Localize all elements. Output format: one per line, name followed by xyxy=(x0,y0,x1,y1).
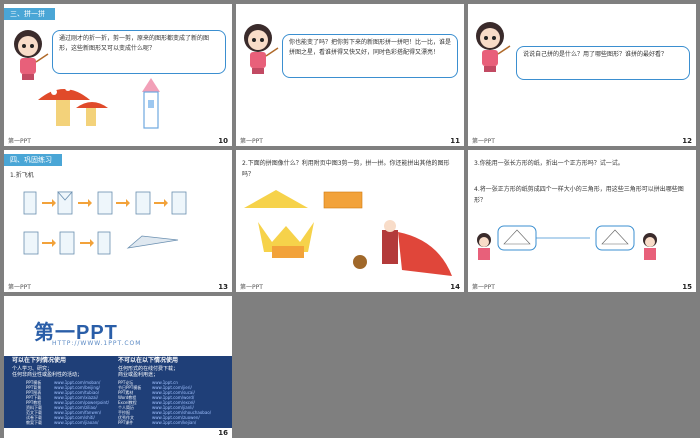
exercise-item: 1.折飞机 xyxy=(10,172,34,179)
left-names-list: PPT模板 PPT背景 PPT图表 PPT下载 PPT教程 资料下载 范文下载 试卷下载教… xyxy=(26,380,42,425)
right-links-list[interactable]: www.1ppt.cn www.1ppt.com/jieri/www.1ppt.c… xyxy=(152,380,211,425)
slide-number: 14 xyxy=(450,283,460,291)
slide-10[interactable]: 三、拼一拼 通过刚才的折一折，剪一剪，原来的图形都变成了新的图形，这些新图形又可… xyxy=(4,4,232,146)
can-use-line: 任何非商业性或盈利性的活动； xyxy=(12,372,83,378)
teacher-girl-illustration xyxy=(244,24,279,74)
section-header: 三、拼一拼 xyxy=(4,8,55,20)
slide-13[interactable]: 四、巩固练习 1.折飞机 第一PPT 13 xyxy=(4,150,232,292)
slide-number: 11 xyxy=(450,137,460,145)
slide-12[interactable]: 说说自己拼的是什么？用了哪些图形？谁拼的最好看？ 第一PPT 12 xyxy=(468,4,696,146)
tangram-shapes-illustration xyxy=(244,190,452,276)
slide-16[interactable]: 第一PPT HTTP://WWW.1PPT.COM 可以在下列情况使用 个人学习… xyxy=(4,296,232,438)
footer-logo: 第一PPT xyxy=(240,138,263,145)
section-header: 四、巩固练习 xyxy=(4,154,62,166)
slide-number: 16 xyxy=(218,429,228,437)
can-use-column: 可以在下列情况使用 个人学习、研究； 任何非商业性或盈利性的活动； xyxy=(12,357,83,379)
square-cut-illustration xyxy=(477,225,657,260)
slide-15[interactable]: 3.你能用一张长方形的纸，折出一个正方形吗？试一试。 4.将一张正方形的纸剪成四… xyxy=(468,150,696,292)
slide-number: 12 xyxy=(682,137,692,145)
mushroom-house-illustration xyxy=(38,85,108,126)
footer-logo: 第一PPT xyxy=(472,284,495,291)
speech-bubble: 通过刚才的折一折，剪一剪，原来的图形都变成了新的图形，这些新图形又可以变成什么呢… xyxy=(52,30,226,74)
slide-11[interactable]: 你也能变了吗？把你剪下来的新图形拼一拼吧！比一比，谁是拼图之星，看谁拼得又快又好… xyxy=(236,4,464,146)
footer-logo: 第一PPT xyxy=(8,138,31,145)
slide-number: 10 xyxy=(218,137,228,145)
fold-airplane-steps-illustration xyxy=(23,191,187,255)
slide-number: 15 xyxy=(682,283,692,291)
right-names-list: PPT论坛 节日PPT模板 PPT素材 Word教程 Excel教程 个人简历 手抄报优… xyxy=(118,380,142,425)
exercise-text-4: 4.将一张正方形的纸剪成四个一样大小的三角形，用这些三角形可以拼出哪些图形？ xyxy=(474,186,684,204)
footer-logo: 第一PPT xyxy=(8,284,31,291)
footer-logo: 第一PPT xyxy=(240,284,263,291)
footer-logo: 第一PPT xyxy=(472,138,495,145)
exercise-text-3: 3.你能用一张长方形的纸，折出一个正方形吗？试一试。 xyxy=(474,160,624,167)
slide-14[interactable]: 2.下面的拼图像什么？利用附页中图3剪一剪，拼一拼。你还能拼出其他的图形吗？ 第… xyxy=(236,150,464,292)
left-links-list[interactable]: www.1ppt.com/moban/www.1ppt.com/beijing/… xyxy=(54,380,109,425)
can-use-title: 可以在下列情况使用 xyxy=(12,357,67,364)
slide-number: 13 xyxy=(218,283,228,291)
ppt-url[interactable]: HTTP://WWW.1PPT.COM xyxy=(52,340,141,347)
teacher-girl-illustration xyxy=(476,22,511,72)
speech-bubble: 你也能变了吗？把你剪下来的新图形拼一拼吧！比一比，谁是拼图之星，看谁拼得又快又好… xyxy=(282,34,458,78)
castle-illustration xyxy=(142,78,160,129)
cannot-use-line: 商业或盈利用途； xyxy=(118,372,159,378)
cannot-use-title: 不可以在以下情况使用 xyxy=(118,357,179,364)
exercise-text: 2.下面的拼图像什么？利用附页中图3剪一剪，拼一拼。你还能拼出其他的图形吗？ xyxy=(242,160,450,178)
cannot-use-column: 不可以在以下情况使用 任何形式的在线付费下载； 商业或盈利用途； xyxy=(118,357,179,379)
speech-bubble: 说说自己拼的是什么？用了哪些图形？谁拼的最好看？ xyxy=(516,46,690,80)
